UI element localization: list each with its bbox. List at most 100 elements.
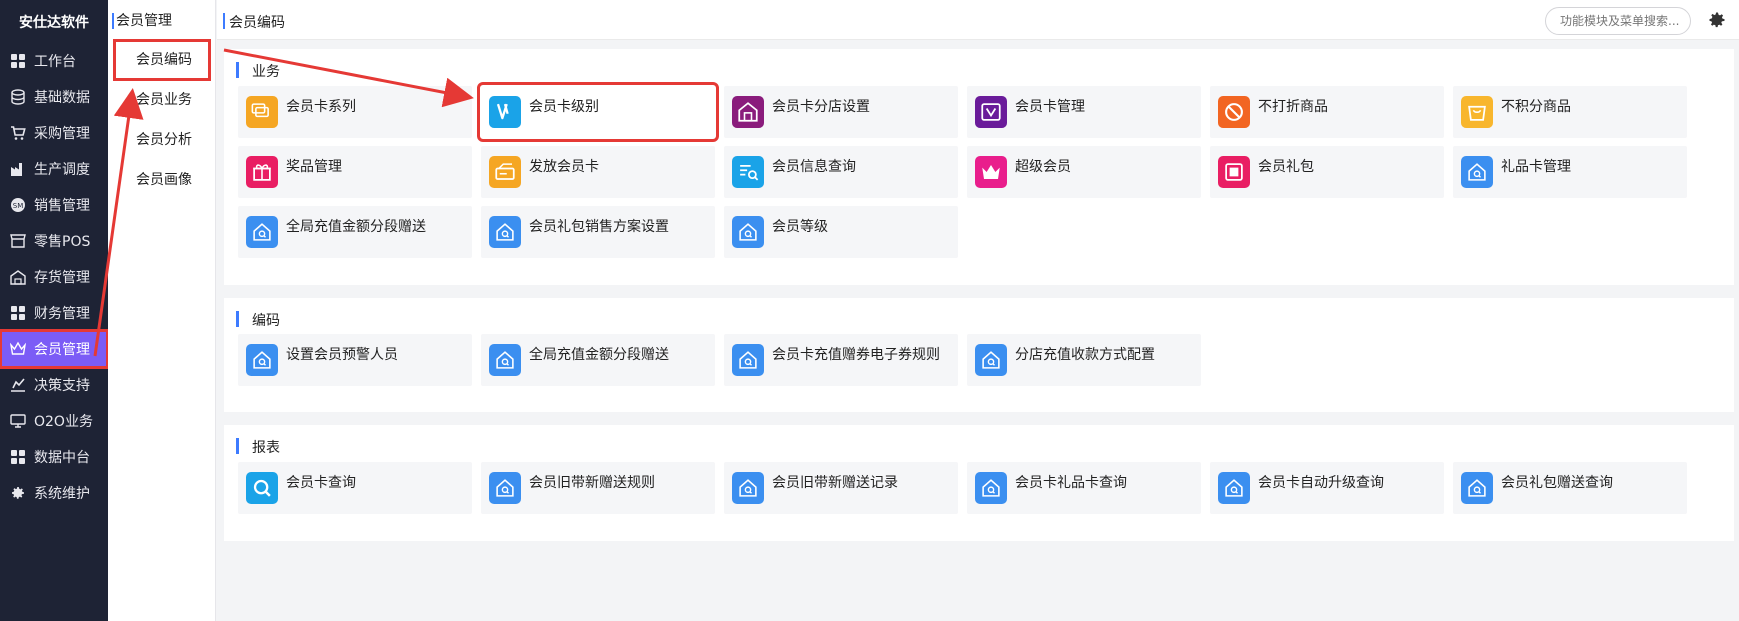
function-card[interactable]: 会员卡自动升级查询 [1210, 462, 1444, 514]
store-icon [10, 233, 26, 249]
function-card-label: 发放会员卡 [529, 159, 599, 175]
factory-icon [10, 161, 26, 177]
function-card[interactable]: 奖品管理 [238, 146, 472, 198]
function-card-label: 会员卡查询 [286, 475, 356, 491]
issue-card-icon [489, 156, 521, 188]
function-card-label: 全局充值金额分段赠送 [286, 219, 426, 235]
sidebar-item-label: 数据中台 [34, 450, 90, 466]
house-search-icon [489, 216, 521, 248]
gift-icon [246, 156, 278, 188]
house-search-icon [975, 344, 1007, 376]
sales-icon: SM [10, 197, 26, 213]
submenu-item-member-business[interactable]: 会员业务 [108, 80, 216, 120]
sidebar-item-retail-pos[interactable]: 零售POS [0, 222, 108, 260]
section-title-business: 业务 [236, 61, 280, 81]
function-card-label: 会员卡管理 [1015, 99, 1085, 115]
function-card-label: 会员卡充值赠券电子券规则 [772, 347, 940, 363]
function-card-label: 超级会员 [1015, 159, 1071, 175]
function-card[interactable]: 发放会员卡 [481, 146, 715, 198]
sidebar-item-label: 采购管理 [34, 126, 90, 142]
sidebar-item-label: 财务管理 [34, 306, 90, 322]
main-sidebar: 安仕达软件 工作台 基础数据 采购管理 生产调度 SM 销售管理 零售POS 存货管理 财务管理… [0, 0, 109, 621]
function-card-label: 全局充值金额分段赠送 [529, 347, 669, 363]
function-card[interactable]: 不打折商品 [1210, 86, 1444, 138]
sidebar-item-finance[interactable]: 财务管理 [0, 294, 108, 332]
sidebar-item-purchase[interactable]: 采购管理 [0, 114, 108, 152]
function-card-label: 奖品管理 [286, 159, 342, 175]
sidebar-item-system[interactable]: 系统维护 [0, 474, 108, 512]
submenu-item-member-portrait[interactable]: 会员画像 [108, 160, 216, 200]
function-card[interactable]: 超级会员 [967, 146, 1201, 198]
house-search-icon [732, 344, 764, 376]
function-card[interactable]: 会员卡礼品卡查询 [967, 462, 1201, 514]
submenu-item-member-code[interactable]: 会员编码 [113, 39, 211, 81]
function-card[interactable]: 礼品卡管理 [1453, 146, 1687, 198]
gear-icon[interactable] [1707, 10, 1727, 30]
house-search-icon [246, 216, 278, 248]
function-card[interactable]: 会员旧带新赠送记录 [724, 462, 958, 514]
function-card[interactable]: 分店充值收款方式配置 [967, 334, 1201, 386]
sidebar-item-o2o[interactable]: O2O业务 [0, 402, 108, 440]
function-card[interactable]: 会员卡分店设置 [724, 86, 958, 138]
function-card-label: 会员信息查询 [772, 159, 856, 175]
sidebar-item-label: 会员管理 [34, 342, 90, 358]
grid-icon [10, 305, 26, 321]
function-card[interactable]: 不积分商品 [1453, 86, 1687, 138]
function-card-label: 会员卡自动升级查询 [1258, 475, 1384, 491]
function-card[interactable]: 会员卡系列 [238, 86, 472, 138]
sidebar-item-label: 系统维护 [34, 486, 90, 502]
sidebar-item-data-center[interactable]: 数据中台 [0, 438, 108, 476]
store-house-icon [732, 96, 764, 128]
sidebar-item-member[interactable]: 会员管理 [0, 329, 109, 369]
gear-icon [10, 485, 26, 501]
sidebar-item-label: 销售管理 [34, 198, 90, 214]
sidebar-item-workbench[interactable]: 工作台 [0, 42, 108, 80]
bag-icon [1461, 96, 1493, 128]
house-search-icon [489, 472, 521, 504]
function-card[interactable]: 全局充值金额分段赠送 [238, 206, 472, 258]
function-card-label: 礼品卡管理 [1501, 159, 1571, 175]
function-card[interactable]: 会员礼包销售方案设置 [481, 206, 715, 258]
sidebar-item-label: 存货管理 [34, 270, 90, 286]
sidebar-item-sales[interactable]: SM 销售管理 [0, 186, 108, 224]
function-card[interactable]: 全局充值金额分段赠送 [481, 334, 715, 386]
function-card[interactable]: 会员卡管理 [967, 86, 1201, 138]
card-manage-icon [975, 96, 1007, 128]
function-card-label: 会员卡分店设置 [772, 99, 870, 115]
house-search-icon [732, 472, 764, 504]
function-card-label: 设置会员预警人员 [286, 347, 398, 363]
grid-icon [10, 53, 26, 69]
function-card[interactable]: 会员礼包赠送查询 [1453, 462, 1687, 514]
sidebar-item-base-data[interactable]: 基础数据 [0, 78, 108, 116]
breadcrumb[interactable]: 会员编码 [223, 12, 285, 32]
function-card-label: 会员卡级别 [529, 99, 599, 115]
sidebar-item-label: 零售POS [34, 234, 91, 250]
sidebar-item-inventory[interactable]: 存货管理 [0, 258, 108, 296]
card-series-icon [246, 96, 278, 128]
function-card[interactable]: 会员礼包 [1210, 146, 1444, 198]
svg-text:SM: SM [13, 202, 23, 210]
cart-icon [10, 125, 26, 141]
function-card[interactable]: 会员卡查询 [238, 462, 472, 514]
sidebar-item-label: 决策支持 [34, 378, 90, 394]
submenu-item-member-analysis[interactable]: 会员分析 [108, 120, 216, 160]
sidebar-item-production[interactable]: 生产调度 [0, 150, 108, 188]
function-card[interactable]: 会员卡级别 [477, 82, 719, 142]
database-icon [10, 89, 26, 105]
function-card[interactable]: 会员卡充值赠券电子券规则 [724, 334, 958, 386]
section-title-code: 编码 [236, 310, 280, 330]
v-level-icon [489, 96, 521, 128]
gift-pack-icon [1218, 156, 1250, 188]
function-card[interactable]: 会员等级 [724, 206, 958, 258]
info-search-icon [732, 156, 764, 188]
function-card-label: 会员卡礼品卡查询 [1015, 475, 1127, 491]
sidebar-item-decision[interactable]: 决策支持 [0, 366, 108, 404]
function-card-label: 会员卡系列 [286, 99, 356, 115]
section-title-report: 报表 [236, 437, 280, 457]
search-input[interactable] [1545, 7, 1691, 35]
function-card[interactable]: 设置会员预警人员 [238, 334, 472, 386]
function-card[interactable]: 会员旧带新赠送规则 [481, 462, 715, 514]
house-search-icon [246, 344, 278, 376]
function-card[interactable]: 会员信息查询 [724, 146, 958, 198]
function-card-label: 会员旧带新赠送记录 [772, 475, 898, 491]
